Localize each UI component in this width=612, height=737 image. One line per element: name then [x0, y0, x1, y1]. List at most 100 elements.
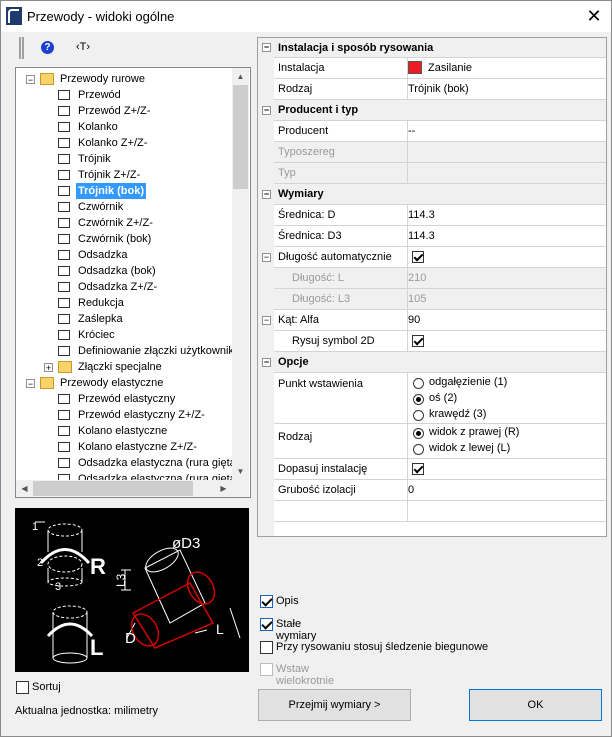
collapse-icon[interactable]: −: [262, 43, 271, 52]
prop-value[interactable]: Zasilanie: [428, 58, 472, 79]
flex-elbow-icon: [58, 426, 70, 436]
tree-item-label: Odsadzka elastyczna (rura gięta): [78, 457, 232, 469]
prop-value[interactable]: --: [408, 121, 415, 142]
prop-dopasuj[interactable]: Dopasuj instalację: [274, 459, 606, 480]
collapse-icon[interactable]: −: [262, 316, 271, 325]
collapse-icon[interactable]: −: [26, 379, 35, 389]
prop-rysuj-2d[interactable]: Rysuj symbol 2D: [274, 331, 606, 352]
prop-name: Rodzaj: [278, 431, 313, 443]
tree-item-label: Czwórnik: [78, 201, 124, 213]
prop-rodzaj-widoku[interactable]: Rodzaj widok z prawej (R) widok z lewej …: [274, 424, 606, 459]
prop-value[interactable]: 0: [408, 480, 414, 501]
prop-name: Producent: [278, 125, 329, 137]
prop-name: Długość: L: [292, 272, 344, 284]
horizontal-scroll-thumb[interactable]: [33, 481, 193, 496]
category-title: Opcje: [278, 356, 309, 368]
prop-value[interactable]: Trójnik (bok): [408, 79, 469, 100]
tree-item-label: Przewód: [78, 89, 121, 101]
radio-label: oś (2): [429, 392, 458, 404]
collapse-icon[interactable]: −: [262, 190, 271, 199]
fit-installation-checkbox[interactable]: [412, 463, 424, 475]
prop-dlugosc-auto[interactable]: − Długość automatycznie: [262, 247, 606, 268]
prop-grubosc[interactable]: Grubość izolacji 0: [274, 480, 606, 501]
reducer-icon: [58, 298, 70, 308]
prop-value[interactable]: 90: [408, 310, 420, 331]
offset-side-icon: [58, 266, 70, 276]
category-title: Instalacja i sposób rysowania: [278, 42, 434, 54]
prop-srednica-d3[interactable]: Średnica: D3 114.3: [274, 226, 606, 247]
scroll-down-icon[interactable]: ▼: [232, 463, 249, 480]
toolbar-grip[interactable]: [19, 37, 24, 59]
scroll-up-icon[interactable]: ▲: [232, 68, 249, 85]
cross-icon: [58, 202, 70, 212]
prop-instalacja[interactable]: Instalacja Zasilanie: [274, 58, 606, 79]
multi-insert-label: Wstaw wielokrotnie: [276, 663, 335, 687]
property-grid[interactable]: − Instalacja i sposób rysowania Instalac…: [257, 37, 607, 537]
element-tree[interactable]: − Przewody rurowe Przewód Przewód Z+/Z- Kola…: [15, 67, 251, 498]
tree-item-label: Króciec: [78, 329, 115, 341]
insert-point-radio[interactable]: [413, 394, 424, 405]
draw-2d-checkbox[interactable]: [412, 335, 424, 347]
fitting-preview-drawing: øD3 L3 D L R L 1 2 3: [32, 521, 241, 664]
dim-l3-label: L3: [114, 573, 128, 587]
ok-button[interactable]: OK: [469, 689, 602, 721]
tree-vertical-scrollbar[interactable]: ▲ ▼: [232, 68, 249, 480]
prop-punkt-wstawienia[interactable]: Punkt wstawienia odgałęzienie (1) oś (2)…: [274, 373, 606, 424]
scroll-left-icon[interactable]: ◀: [16, 480, 33, 497]
close-button[interactable]: ✕: [583, 5, 605, 27]
elbow-vertical-icon: [58, 138, 70, 148]
tree-item-label: Kolanko: [78, 121, 118, 133]
prop-value[interactable]: 114.3: [408, 205, 435, 226]
radio-label: odgałęzienie (1): [429, 376, 508, 388]
polar-tracking-checkbox[interactable]: [260, 641, 273, 654]
insert-point-radio[interactable]: [413, 410, 424, 421]
prop-producent[interactable]: Producent --: [274, 121, 606, 142]
tee-side-icon: [58, 186, 70, 196]
take-dimensions-button[interactable]: Przejmij wymiary >: [258, 689, 411, 721]
fixed-dimensions-checkbox[interactable]: [260, 618, 273, 631]
flex-pipe-icon: [58, 394, 70, 404]
prop-name: Punkt wstawienia: [278, 378, 363, 390]
radio-label: krawędź (3): [429, 408, 487, 420]
stub-icon: [58, 330, 70, 340]
prop-name: Dopasuj instalację: [278, 463, 368, 475]
prop-name: Długość: L3: [292, 293, 351, 305]
collapse-icon[interactable]: −: [262, 358, 271, 367]
prop-kat-alfa[interactable]: − Kąt: Alfa 90: [262, 310, 606, 331]
unit-status: Aktualna jednostka: milimetry: [15, 705, 159, 717]
radio-label: widok z prawej (R): [429, 426, 520, 438]
category-producent: − Producent i typ: [262, 100, 606, 121]
dialog-window: Przewody - widoki ogólne ✕ ? ‹T› − Przewo…: [0, 0, 612, 737]
collapse-icon[interactable]: −: [262, 253, 271, 262]
polar-tracking-label: Przy rysowaniu stosuj śledzenie biegunow…: [276, 641, 489, 653]
category-instalacja: − Instalacja i sposób rysowania: [262, 38, 606, 58]
scroll-right-icon[interactable]: ▶: [215, 480, 232, 497]
view-side-radio[interactable]: [413, 428, 424, 439]
cross-side-icon: [58, 234, 70, 244]
expand-icon[interactable]: +: [44, 363, 53, 373]
auto-length-checkbox[interactable]: [412, 251, 424, 263]
tree-item-label: Trójnik Z+/Z-: [78, 169, 141, 181]
category-title: Wymiary: [278, 188, 324, 200]
sort-label: Sortuj: [32, 681, 61, 693]
tree-item-label: Trójnik (bok): [76, 183, 146, 199]
view-side-radio[interactable]: [413, 444, 424, 455]
prop-dlugosc-l: Długość: L 210: [274, 268, 606, 289]
prop-rodzaj[interactable]: Rodzaj Trójnik (bok): [274, 79, 606, 100]
folder-icon: [58, 361, 72, 373]
tree-item-label: Kolanko Z+/Z-: [78, 137, 148, 149]
help-icon[interactable]: ?: [41, 41, 54, 54]
prop-name: Rysuj symbol 2D: [292, 335, 375, 347]
vertical-scroll-thumb[interactable]: [233, 85, 248, 189]
collapse-icon[interactable]: −: [262, 106, 271, 115]
tree-item-label: Kolano elastyczne Z+/Z-: [78, 441, 197, 453]
prop-value[interactable]: 114.3: [408, 226, 435, 247]
collapse-icon[interactable]: −: [26, 75, 35, 85]
insert-point-radio[interactable]: [413, 378, 424, 389]
sort-checkbox[interactable]: [16, 681, 29, 694]
opis-checkbox[interactable]: [260, 595, 273, 608]
text-tool-icon[interactable]: ‹T›: [76, 41, 90, 53]
tree-horizontal-scrollbar[interactable]: ◀ ▶: [16, 480, 232, 497]
prop-srednica-d[interactable]: Średnica: D 114.3: [274, 205, 606, 226]
tree-item-label: Przewód Z+/Z-: [78, 105, 151, 117]
